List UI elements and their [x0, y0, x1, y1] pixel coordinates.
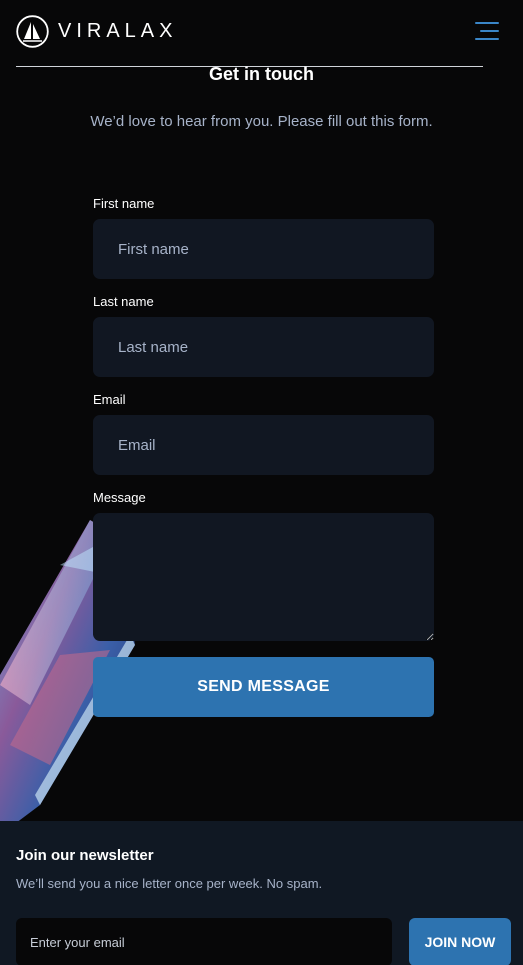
last-name-input[interactable] — [93, 317, 434, 377]
email-group: Email — [93, 392, 434, 475]
site-header: VIRALAX — [0, 0, 523, 66]
brand-name: VIRALAX — [58, 20, 178, 42]
newsletter-description: We’ll send you a nice letter once per we… — [16, 876, 323, 891]
first-name-group: First name — [93, 196, 434, 279]
last-name-group: Last name — [93, 294, 434, 377]
email-label: Email — [93, 392, 126, 407]
sailboat-logo-icon — [16, 15, 49, 48]
newsletter-section: Join our newsletter We’ll send you a nic… — [0, 821, 523, 965]
message-group: Message — [93, 490, 434, 641]
first-name-label: First name — [93, 196, 155, 211]
message-textarea[interactable] — [93, 513, 434, 641]
contact-form: First name Last name Email Message SEND … — [93, 196, 434, 717]
newsletter-title: Join our newsletter — [16, 847, 154, 864]
newsletter-email-input[interactable] — [16, 918, 392, 965]
first-name-input[interactable] — [93, 219, 434, 279]
hamburger-menu-icon[interactable] — [473, 20, 501, 42]
email-input[interactable] — [93, 415, 434, 475]
last-name-label: Last name — [93, 294, 154, 309]
send-message-button[interactable]: SEND MESSAGE — [93, 657, 434, 717]
join-now-button[interactable]: JOIN NOW — [409, 918, 511, 965]
brand-logo[interactable]: VIRALAX — [16, 15, 177, 48]
message-label: Message — [93, 490, 146, 505]
page-title: Get in touch — [209, 64, 314, 84]
page-subtitle: We’d love to hear from you. Please fill … — [90, 113, 433, 130]
